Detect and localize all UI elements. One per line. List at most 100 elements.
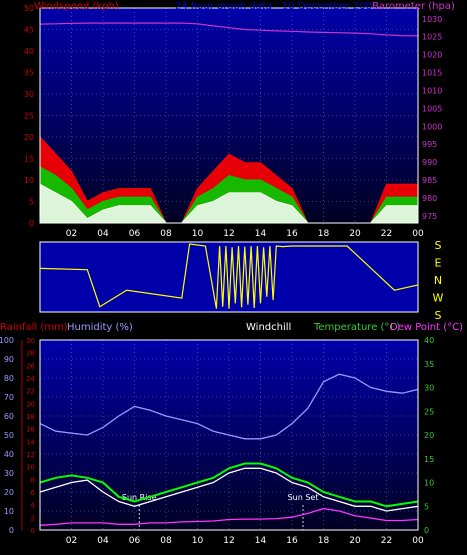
windchill-label: Windchill xyxy=(246,322,291,333)
hour-tick-label: 00 xyxy=(412,229,424,239)
temperature-tick-label: 10 xyxy=(424,479,434,488)
graph-title: 24 hour graph data - 10 December 2008 xyxy=(175,1,378,12)
direction-label: S xyxy=(435,239,442,252)
hour-tick-label: 08 xyxy=(160,229,172,239)
humidity-tick-label: 40 xyxy=(4,450,14,459)
windspeed-axis-label: Windspeed (kph) xyxy=(34,1,119,12)
humidity-axis-ticks: 0 10 20 30 40 50 60 70 80 90 100 xyxy=(0,336,14,535)
hour-tick-label: 20 xyxy=(349,229,361,239)
temperature-tick-label: 30 xyxy=(424,384,434,393)
hour-tick-label: 16 xyxy=(286,536,298,546)
rainfall-tick-label: 12 xyxy=(26,451,35,459)
rainfall-tick-label: 8 xyxy=(31,476,35,484)
hour-tick-label: 22 xyxy=(381,229,392,239)
rainfall-tick-label: 30 xyxy=(26,337,35,345)
hour-tick-label: 18 xyxy=(318,536,330,546)
humidity-tick-label: 20 xyxy=(4,488,14,497)
barometer-tick-label: 980 xyxy=(422,194,437,203)
temperature-axis-label: Temperature (°C) xyxy=(313,322,400,333)
barometer-axis-ticks: 975 980 985 990 995 1000 1005 1010 1015 1020 1025 1… xyxy=(422,15,442,221)
hour-tick-label: 10 xyxy=(192,536,204,546)
rainfall-tick-label: 6 xyxy=(31,489,36,497)
barometer-tick-label: 1005 xyxy=(422,104,442,113)
hour-tick-label: 06 xyxy=(129,536,141,546)
humidity-tick-label: 60 xyxy=(4,412,14,421)
barometer-tick-label: 995 xyxy=(422,140,437,149)
temperature-tick-label: 40 xyxy=(424,336,434,345)
humidity-tick-label: 50 xyxy=(4,431,14,440)
temperature-tick-label: 20 xyxy=(424,431,434,440)
rainfall-tick-label: 4 xyxy=(31,502,36,510)
rainfall-tick-label: 10 xyxy=(26,464,35,472)
rainfall-tick-label: 0 xyxy=(31,527,35,535)
humidity-tick-label: 90 xyxy=(4,355,14,364)
hour-tick-label: 04 xyxy=(97,536,109,546)
humidity-tick-label: 0 xyxy=(9,526,14,535)
rainfall-tick-label: 28 xyxy=(26,350,35,358)
windspeed-tick-label: 0 xyxy=(29,219,34,228)
rainfall-tick-label: 24 xyxy=(26,375,35,383)
hour-tick-label: 20 xyxy=(349,536,361,546)
direction-label: N xyxy=(434,274,442,287)
hour-tick-label: 12 xyxy=(223,229,234,239)
barometer-tick-label: 1030 xyxy=(422,15,442,24)
rainfall-tick-label: 20 xyxy=(26,400,35,408)
temperature-tick-label: 15 xyxy=(424,455,434,464)
hour-tick-label: 22 xyxy=(381,536,392,546)
windspeed-tick-label: 35 xyxy=(24,69,34,78)
windspeed-tick-label: 50 xyxy=(24,4,34,13)
rainfall-tick-label: 18 xyxy=(26,413,35,421)
humidity-tick-label: 80 xyxy=(4,374,14,383)
hour-tick-label: 18 xyxy=(318,229,330,239)
humidity-tick-label: 30 xyxy=(4,469,14,478)
temperature-tick-label: 25 xyxy=(424,407,434,416)
humidity-tick-label: 100 xyxy=(0,336,14,345)
rainfall-axis-label: Rainfall (mm) xyxy=(0,322,68,333)
hour-tick-label: 06 xyxy=(129,229,141,239)
hour-tick-label: 02 xyxy=(66,536,77,546)
windspeed-tick-label: 20 xyxy=(24,133,34,142)
barometer-tick-label: 1010 xyxy=(422,86,442,95)
barometer-tick-label: 1015 xyxy=(422,69,442,78)
windspeed-tick-label: 5 xyxy=(29,198,34,207)
temperature-tick-label: 35 xyxy=(424,360,434,369)
windspeed-tick-label: 15 xyxy=(24,155,34,164)
barometer-tick-label: 1020 xyxy=(422,51,442,60)
hour-tick-label: 14 xyxy=(255,536,267,546)
humidity-axis-label: Humidity (%) xyxy=(67,322,133,333)
hour-tick-label: 14 xyxy=(255,229,267,239)
windspeed-axis-ticks: 0 5 10 15 20 25 30 35 40 45 50 xyxy=(24,4,34,228)
barometer-tick-label: 985 xyxy=(422,176,437,185)
direction-label: W xyxy=(433,292,444,305)
barometer-axis-label: Barometer (hpa) xyxy=(372,1,455,12)
rainfall-tick-label: 2 xyxy=(31,514,35,522)
barometer-tick-label: 975 xyxy=(422,212,437,221)
hour-tick-label: 16 xyxy=(286,229,298,239)
barometer-tick-label: 1000 xyxy=(422,122,442,131)
hour-tick-label: 10 xyxy=(192,229,204,239)
humidity-tick-label: 70 xyxy=(4,393,14,402)
windspeed-tick-label: 30 xyxy=(24,90,34,99)
rainfall-tick-label: 16 xyxy=(26,426,35,434)
sun-set-label: Sun Set xyxy=(288,493,319,502)
windspeed-tick-label: 10 xyxy=(24,176,34,185)
temperature-plot-hour-ticks: 02 04 06 08 10 12 14 16 18 20 22 00 xyxy=(66,536,424,546)
direction-label: E xyxy=(435,257,442,270)
rainfall-axis-ticks: 024681012141618202224262830 xyxy=(21,337,36,535)
rainfall-tick-label: 26 xyxy=(26,362,35,370)
direction-label: S xyxy=(435,309,442,322)
barometer-tick-label: 990 xyxy=(422,158,437,167)
windspeed-tick-label: 45 xyxy=(24,26,34,35)
windspeed-tick-label: 25 xyxy=(24,112,34,121)
temperature-tick-label: 0 xyxy=(424,526,429,535)
direction-axis-labels: SENWS xyxy=(433,239,444,322)
rainfall-tick-label: 22 xyxy=(26,388,35,396)
humidity-tick-label: 10 xyxy=(4,507,14,516)
hour-tick-label: 04 xyxy=(97,229,109,239)
hour-tick-label: 08 xyxy=(160,536,172,546)
dewpoint-label: Dew Point (°C) xyxy=(390,322,463,333)
temperature-tick-label: 5 xyxy=(424,502,429,511)
temperature-axis-ticks: 0 5 10 15 20 25 30 35 40 xyxy=(424,336,434,535)
windspeed-tick-label: 40 xyxy=(24,47,34,56)
hour-tick-label: 12 xyxy=(223,536,234,546)
